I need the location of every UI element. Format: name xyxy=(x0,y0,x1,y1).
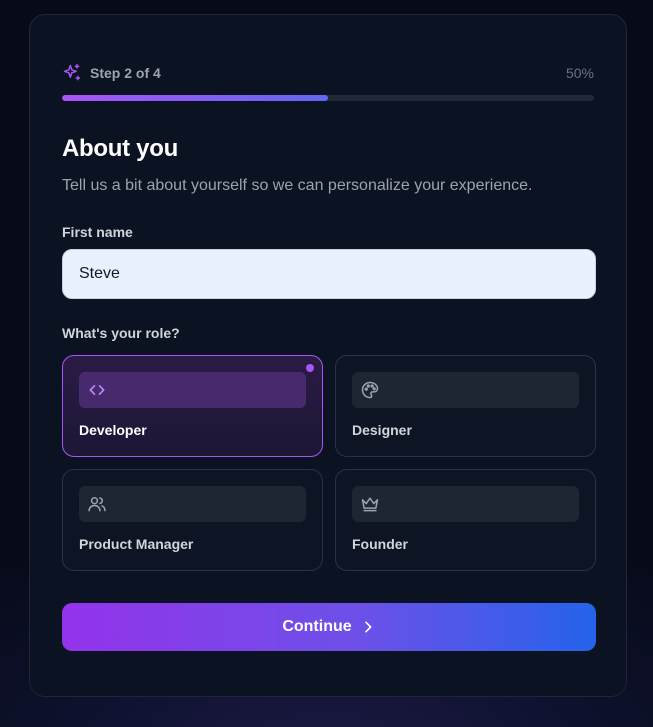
role-options: Developer Designer Product Manager Found… xyxy=(62,355,596,571)
crown-icon xyxy=(361,497,379,512)
role-icon-box xyxy=(352,372,579,408)
users-icon xyxy=(88,497,106,512)
step-info: Step 2 of 4 xyxy=(62,63,161,83)
role-icon-box xyxy=(79,372,306,408)
first-name-label: First name xyxy=(62,224,133,240)
role-option-designer[interactable]: Designer xyxy=(335,355,596,457)
progress-percent: 50% xyxy=(565,65,594,81)
progress-bar xyxy=(62,95,594,101)
palette-icon xyxy=(361,381,379,399)
chevron-right-icon xyxy=(364,621,372,633)
role-option-developer[interactable]: Developer xyxy=(62,355,323,457)
step-label: Step 2 of 4 xyxy=(90,65,161,81)
sparkles-icon xyxy=(62,63,82,83)
code-icon xyxy=(89,385,105,395)
first-name-input[interactable] xyxy=(62,249,596,299)
role-icon-box xyxy=(79,486,306,522)
progress-bar-fill xyxy=(62,95,328,101)
continue-button[interactable]: Continue xyxy=(62,603,596,651)
role-option-label: Developer xyxy=(79,422,147,438)
role-option-label: Product Manager xyxy=(79,536,194,552)
page-title: About you xyxy=(62,135,178,162)
role-icon-box xyxy=(352,486,579,522)
continue-button-label: Continue xyxy=(282,618,352,635)
onboarding-card: Step 2 of 4 50% About you Tell us a bit … xyxy=(29,14,627,697)
role-option-founder[interactable]: Founder xyxy=(335,469,596,571)
step-indicator: Step 2 of 4 50% xyxy=(62,63,594,83)
role-option-label: Designer xyxy=(352,422,412,438)
role-option-label: Founder xyxy=(352,536,408,552)
page-subtitle: Tell us a bit about yourself so we can p… xyxy=(62,177,533,194)
selected-indicator xyxy=(306,364,314,372)
role-option-product-manager[interactable]: Product Manager xyxy=(62,469,323,571)
role-label: What's your role? xyxy=(62,325,180,341)
